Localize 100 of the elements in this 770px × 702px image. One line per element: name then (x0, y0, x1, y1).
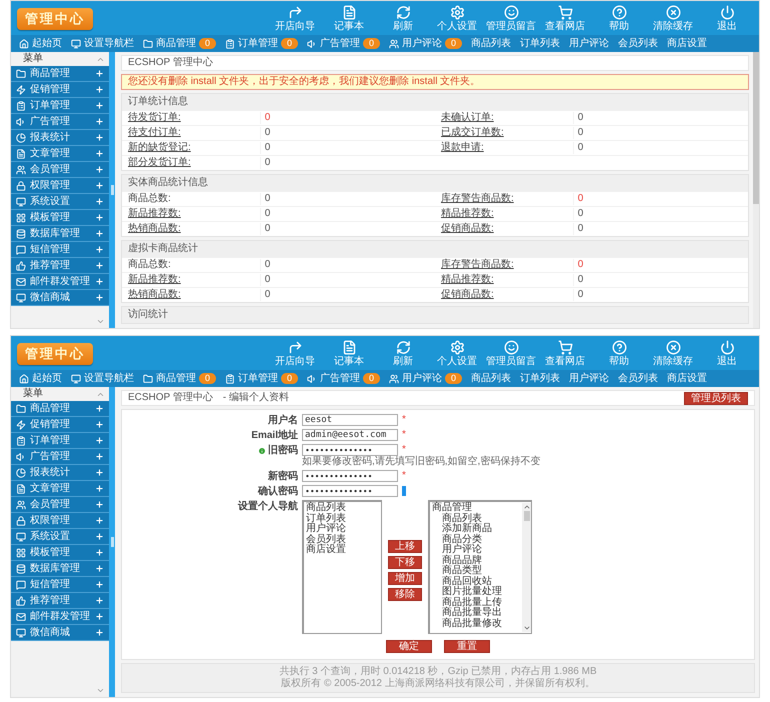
password-field[interactable]: •••••••••••••• (302, 470, 398, 482)
toolbar-button[interactable]: 清除缓存 (647, 4, 699, 32)
move-button[interactable]: 移除 (388, 588, 422, 601)
scroll-thumb[interactable] (753, 52, 759, 204)
stat-link[interactable]: 退款申请: (434, 142, 573, 154)
nav-link[interactable]: 起始页 (19, 38, 62, 50)
toolbar-button[interactable]: 清除缓存 (647, 340, 699, 368)
sidebar-item[interactable]: 微信商城 (11, 290, 109, 306)
nav-link[interactable]: 商品列表 (471, 38, 512, 50)
stat-link[interactable]: 待发货订单: (122, 112, 260, 124)
stat-link[interactable]: 库存警告商品数: (434, 193, 573, 205)
list-option[interactable]: 用户评论 (306, 524, 379, 534)
scrollbar[interactable] (522, 503, 531, 632)
nav-link[interactable]: 商品管理 0 (143, 38, 216, 50)
stat-link[interactable]: 精品推荐数: (434, 208, 573, 220)
list-option[interactable]: 商品批量修改 (432, 618, 502, 629)
sidebar-item[interactable]: 微信商城 (11, 625, 109, 641)
stat-link[interactable]: 促销商品数: (434, 223, 573, 235)
nav-link[interactable]: 订单管理 0 (225, 38, 298, 50)
stat-link[interactable]: 新品推荐数: (122, 274, 260, 286)
input-field[interactable]: eesot (302, 414, 398, 426)
reset-button[interactable]: 重置 (444, 640, 490, 653)
sidebar-item[interactable]: 促销管理 (11, 82, 109, 98)
toolbar-button[interactable]: 退出 (701, 4, 753, 32)
sidebar-item[interactable]: 订单管理 (11, 98, 109, 114)
list-option[interactable]: 用户评论 (432, 545, 502, 556)
toolbar-button[interactable]: 查看网店 (539, 340, 591, 368)
toolbar-button[interactable]: 管理员留言 (485, 4, 537, 32)
list-option[interactable]: 商品回收站 (432, 576, 502, 587)
sidebar-item[interactable]: 文章管理 (11, 146, 109, 162)
scroll-down-icon[interactable] (522, 624, 530, 632)
nav-link[interactable]: 设置导航栏 (71, 372, 134, 384)
sidebar-item[interactable]: 商品管理 (11, 401, 109, 417)
sidebar-item[interactable]: 系统设置 (11, 529, 109, 545)
stat-link[interactable]: 促销商品数: (434, 289, 573, 301)
scroll-thumb[interactable] (524, 511, 530, 521)
list-option[interactable]: 订单列表 (306, 514, 379, 524)
move-button[interactable]: 下移 (388, 556, 422, 569)
list-option[interactable]: 商品类型 (432, 566, 502, 576)
toolbar-button[interactable]: 查看网店 (539, 4, 591, 32)
toolbar-button[interactable]: 帮助 (593, 340, 645, 368)
toolbar-button[interactable]: 个人设置 (431, 4, 483, 32)
sidebar-item[interactable]: 数据库管理 (11, 561, 109, 577)
stat-link[interactable]: 新品推荐数: (122, 208, 260, 220)
list-option[interactable]: 商品批量导出 (432, 608, 502, 618)
list-option[interactable]: 图片批量处理 (432, 587, 502, 598)
sidebar-item[interactable]: 广告管理 (11, 114, 109, 130)
nav-link[interactable]: 广告管理 0 (307, 372, 380, 384)
nav-link[interactable]: 会员列表 (618, 372, 658, 384)
stat-link[interactable]: 已成交订单数: (434, 127, 573, 139)
list-box[interactable]: 商品管理 商品列表 添加新商品 商品分类 用户评论 商品品牌 商品类型 商品回收站 图片批量处理 商品批量上传 商品批量导出 商品批量修改 (428, 500, 532, 634)
list-option[interactable]: 商品列表 (432, 514, 502, 524)
list-option[interactable]: 商店设置 (306, 545, 379, 556)
sidebar-item[interactable]: 报表统计 (11, 465, 109, 481)
stat-link[interactable]: 未确认订单: (434, 112, 573, 124)
nav-link[interactable]: 起始页 (19, 372, 62, 384)
sidebar-item[interactable]: 广告管理 (11, 449, 109, 465)
toolbar-button[interactable]: 记事本 (323, 340, 375, 368)
toolbar-button[interactable]: 退出 (701, 340, 753, 368)
list-option[interactable]: 商品分类 (432, 534, 502, 545)
toolbar-button[interactable]: 开店向导 (269, 4, 321, 32)
stat-link[interactable]: 新的缺货登记: (122, 142, 260, 154)
sidebar-item[interactable]: 推荐管理 (11, 258, 109, 274)
nav-link[interactable]: 会员列表 (618, 38, 658, 50)
input-field[interactable]: admin@eesot.com (302, 429, 398, 441)
list-option[interactable]: 商品列表 (306, 503, 379, 514)
sidebar-item[interactable]: 模板管理 (11, 210, 109, 226)
sidebar-item[interactable]: 系统设置 (11, 194, 109, 210)
nav-link[interactable]: 订单列表 (520, 372, 560, 384)
list-group[interactable]: 商品管理 (432, 503, 502, 514)
scroll-up-icon[interactable] (522, 503, 530, 511)
sidebar-item[interactable]: 会员管理 (11, 497, 109, 513)
toolbar-button[interactable]: 管理员留言 (485, 340, 537, 368)
sidebar-item[interactable]: 报表统计 (11, 130, 109, 146)
nav-link[interactable]: 用户评论 (569, 38, 610, 50)
sidebar-item[interactable]: 短信管理 (11, 242, 109, 258)
sidebar-item[interactable]: 订单管理 (11, 433, 109, 449)
sidebar-item[interactable]: 商品管理 (11, 66, 109, 82)
password-field[interactable]: •••••••••••••• (302, 444, 398, 456)
stat-link[interactable]: 精品推荐数: (434, 274, 573, 286)
password-field[interactable]: •••••••••••••• (302, 485, 398, 497)
sidebar-item[interactable]: 文章管理 (11, 481, 109, 497)
stat-link[interactable]: 待支付订单: (122, 127, 260, 139)
scrollbar[interactable] (753, 52, 759, 328)
sidebar-item[interactable]: 模板管理 (11, 545, 109, 561)
toolbar-button[interactable]: 记事本 (323, 4, 375, 32)
nav-link[interactable]: 用户评论 0 (389, 372, 462, 384)
stat-link[interactable]: 热销商品数: (122, 289, 260, 301)
nav-link[interactable]: 订单列表 (520, 38, 560, 50)
list-option[interactable]: 添加新商品 (432, 524, 502, 534)
toolbar-button[interactable]: 刷新 (377, 340, 429, 368)
sidebar-item[interactable]: 短信管理 (11, 577, 109, 593)
move-button[interactable]: 增加 (388, 572, 422, 585)
toolbar-button[interactable]: 开店向导 (269, 340, 321, 368)
nav-link[interactable]: 设置导航栏 (71, 38, 134, 50)
admin-list-button[interactable]: 管理员列表 (684, 392, 748, 404)
move-button[interactable]: 上移 (388, 540, 422, 553)
nav-link[interactable]: 订单管理 0 (225, 372, 298, 384)
stat-link[interactable]: 部分发货订单: (122, 157, 260, 169)
nav-link[interactable]: 用户评论 (569, 372, 610, 384)
